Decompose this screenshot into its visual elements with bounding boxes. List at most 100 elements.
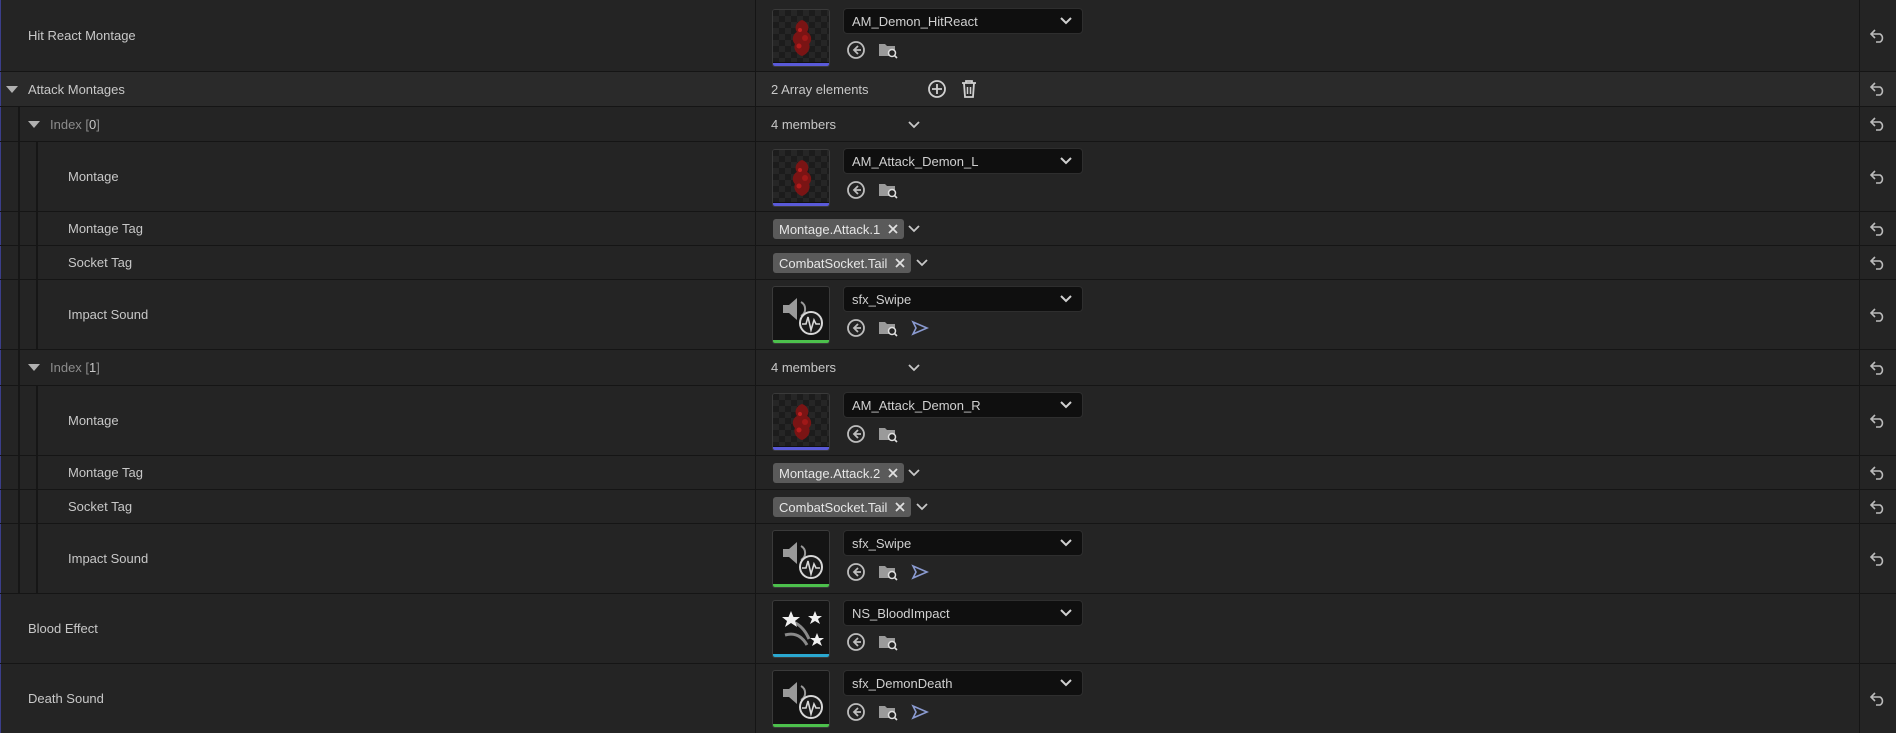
- gameplay-tag-chip[interactable]: CombatSocket.Tail: [773, 253, 912, 273]
- asset-picker-combo[interactable]: sfx_Swipe: [843, 286, 1083, 312]
- clear-tag-icon[interactable]: [893, 256, 907, 270]
- chevron-down-icon[interactable]: [906, 221, 922, 237]
- sound-wave-icon: [783, 298, 823, 335]
- reset-to-default-icon[interactable]: [1868, 358, 1888, 378]
- asset-name: sfx_DemonDeath: [852, 675, 953, 691]
- use-selected-icon[interactable]: [845, 561, 867, 583]
- niagara-system-icon: [782, 611, 824, 646]
- add-element-icon[interactable]: [926, 78, 948, 100]
- reset-to-default-icon[interactable]: [1868, 219, 1888, 239]
- use-selected-icon[interactable]: [845, 701, 867, 723]
- use-selected-icon[interactable]: [845, 317, 867, 339]
- demon-thumbnail-icon: [792, 160, 812, 196]
- chevron-down-icon: [1058, 13, 1074, 29]
- array-index-label: Index [0]: [50, 116, 100, 132]
- reset-to-default-icon[interactable]: [1868, 497, 1888, 517]
- play-icon[interactable]: [909, 701, 931, 723]
- expand-arrow-icon[interactable]: [28, 364, 40, 371]
- chevron-down-icon[interactable]: [906, 465, 922, 481]
- reset-to-default-icon[interactable]: [1868, 305, 1888, 325]
- browse-icon[interactable]: [877, 423, 899, 445]
- asset-name: AM_Demon_HitReact: [852, 13, 978, 29]
- chevron-down-icon: [1058, 605, 1074, 621]
- chevron-down-icon[interactable]: [914, 499, 930, 515]
- chevron-down-icon[interactable]: [914, 255, 930, 271]
- asset-picker-combo[interactable]: NS_BloodImpact: [843, 600, 1083, 626]
- asset-picker-combo[interactable]: sfx_Swipe: [843, 530, 1083, 556]
- expand-arrow-icon[interactable]: [6, 86, 18, 93]
- asset-thumbnail[interactable]: [772, 393, 830, 451]
- reset-to-default-icon[interactable]: [1868, 463, 1888, 483]
- tag-name: Montage.Attack.2: [779, 465, 881, 481]
- property-label: Montage: [68, 169, 119, 184]
- asset-name: NS_BloodImpact: [852, 605, 950, 621]
- play-icon[interactable]: [909, 317, 931, 339]
- reset-to-default-icon[interactable]: [1868, 411, 1888, 431]
- asset-thumbnail[interactable]: [772, 670, 830, 728]
- property-label: Hit React Montage: [28, 28, 136, 43]
- property-label: Blood Effect: [28, 621, 98, 636]
- row-index1-socket-tag: Socket Tag CombatSocket.Tail: [0, 490, 1896, 524]
- asset-picker-combo[interactable]: sfx_DemonDeath: [843, 670, 1083, 696]
- reset-to-default-icon[interactable]: [1868, 167, 1888, 187]
- row-attack-montages: Attack Montages 2 Array elements: [0, 72, 1896, 107]
- play-icon[interactable]: [909, 561, 931, 583]
- reset-to-default-icon[interactable]: [1868, 114, 1888, 134]
- asset-name: sfx_Swipe: [852, 291, 912, 307]
- use-selected-icon[interactable]: [845, 631, 867, 653]
- row-hit-react-montage: Hit React Montage AM_Demon_HitReact: [0, 0, 1896, 72]
- browse-icon[interactable]: [877, 179, 899, 201]
- use-selected-icon[interactable]: [845, 179, 867, 201]
- browse-icon[interactable]: [877, 561, 899, 583]
- property-label: Montage: [68, 413, 119, 428]
- array-index-label: Index [1]: [50, 360, 100, 375]
- chevron-down-icon[interactable]: [906, 117, 922, 133]
- expand-arrow-icon[interactable]: [28, 121, 40, 128]
- asset-thumbnail[interactable]: [772, 149, 830, 207]
- browse-icon[interactable]: [877, 317, 899, 339]
- asset-name: sfx_Swipe: [852, 535, 912, 551]
- gameplay-tag-chip[interactable]: CombatSocket.Tail: [773, 497, 912, 517]
- array-count: 2 Array elements: [771, 82, 869, 97]
- row-index0-socket-tag: Socket Tag CombatSocket.Tail: [0, 246, 1896, 280]
- row-index1-impact-sound: Impact Sound sfx_Swipe: [0, 524, 1896, 594]
- clear-tag-icon[interactable]: [886, 466, 900, 480]
- clear-tag-icon[interactable]: [886, 222, 900, 236]
- row-blood-effect: Blood Effect NS_BloodImpact: [0, 594, 1896, 664]
- property-label: Impact Sound: [68, 551, 149, 566]
- reset-to-default-icon[interactable]: [1868, 689, 1888, 709]
- asset-thumbnail[interactable]: [772, 286, 830, 344]
- asset-picker-combo[interactable]: AM_Demon_HitReact: [843, 8, 1083, 34]
- browse-icon[interactable]: [877, 39, 899, 61]
- asset-thumbnail[interactable]: [772, 600, 830, 658]
- asset-thumbnail[interactable]: [772, 9, 830, 67]
- asset-picker-combo[interactable]: AM_Attack_Demon_L: [843, 148, 1083, 174]
- use-selected-icon[interactable]: [845, 39, 867, 61]
- reset-to-default-icon[interactable]: [1868, 79, 1888, 99]
- tag-name: Montage.Attack.1: [779, 221, 881, 237]
- row-index1-montage: Montage AM_Attack_Demon_R: [0, 386, 1896, 456]
- clear-tag-icon[interactable]: [893, 500, 907, 514]
- gameplay-tag-chip[interactable]: Montage.Attack.1: [773, 219, 905, 239]
- row-death-sound: Death Sound sfx_DemonDeath: [0, 664, 1896, 733]
- asset-thumbnail[interactable]: [772, 530, 830, 588]
- demon-thumbnail-icon: [792, 404, 812, 440]
- row-index-0: Index [0] 4 members: [0, 107, 1896, 142]
- chevron-down-icon: [1058, 153, 1074, 169]
- browse-icon[interactable]: [877, 701, 899, 723]
- reset-to-default-icon[interactable]: [1868, 26, 1888, 46]
- delete-all-icon[interactable]: [958, 78, 980, 100]
- chevron-down-icon: [1058, 397, 1074, 413]
- sound-wave-icon: [783, 682, 823, 719]
- browse-icon[interactable]: [877, 631, 899, 653]
- row-index0-impact-sound: Impact Sound sfx_Swipe: [0, 280, 1896, 350]
- reset-to-default-icon[interactable]: [1868, 549, 1888, 569]
- property-label: Socket Tag: [68, 255, 133, 270]
- asset-picker-combo[interactable]: AM_Attack_Demon_R: [843, 392, 1083, 418]
- tag-name: CombatSocket.Tail: [779, 255, 888, 271]
- gameplay-tag-chip[interactable]: Montage.Attack.2: [773, 463, 905, 483]
- reset-to-default-icon[interactable]: [1868, 253, 1888, 273]
- use-selected-icon[interactable]: [845, 423, 867, 445]
- chevron-down-icon[interactable]: [906, 360, 922, 376]
- chevron-down-icon: [1058, 675, 1074, 691]
